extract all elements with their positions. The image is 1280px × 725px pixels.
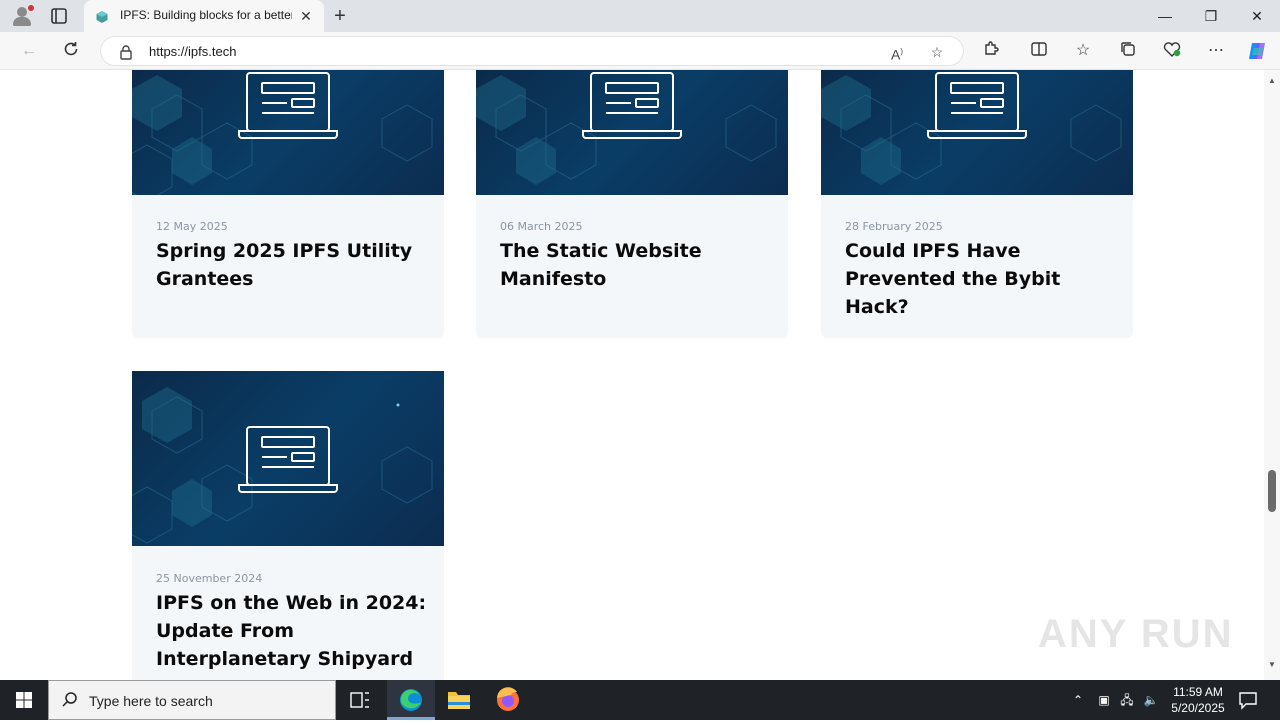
laptop-icon <box>582 72 682 139</box>
new-tab-button[interactable]: + <box>330 6 350 26</box>
copilot-icon[interactable] <box>1246 40 1268 62</box>
collections-icon[interactable] <box>1117 40 1139 62</box>
windows-taskbar: Type here to search ⌃ ▣ 🖧 🔈 11:59 AM 5/2… <box>0 680 1280 720</box>
laptop-icon <box>238 72 338 139</box>
post-title[interactable]: The Static Website Manifesto <box>500 237 772 293</box>
post-date: 12 May 2025 <box>156 220 228 233</box>
search-placeholder[interactable]: Type here to search <box>89 693 213 709</box>
scroll-up-icon[interactable]: ▲ <box>1268 76 1276 85</box>
clock-date: 5/20/2025 <box>1171 701 1225 715</box>
post-date: 28 February 2025 <box>845 220 943 233</box>
extensions-icon[interactable] <box>980 40 1002 62</box>
scroll-down-icon[interactable]: ▼ <box>1268 660 1276 669</box>
scrollbar-thumb[interactable] <box>1268 470 1276 512</box>
post-title[interactable]: IPFS on the Web in 2024: Update From Int… <box>156 589 428 673</box>
laptop-icon <box>238 426 338 493</box>
navigation-bar: ← https://ipfs.tech A) ☆ ☆ ⋯ <box>0 32 1280 70</box>
browser-essentials-icon[interactable] <box>1161 40 1183 62</box>
post-title[interactable]: Spring 2025 IPFS Utility Grantees <box>156 237 428 293</box>
vertical-scrollbar[interactable]: ▲ ▼ <box>1264 70 1280 680</box>
tab-strip: IPFS: Building blocks for a better ✕ + —… <box>0 0 1280 32</box>
tab-title: IPFS: Building blocks for a better <box>120 8 292 22</box>
tab-actions-icon[interactable] <box>48 6 70 26</box>
lock-icon[interactable] <box>119 44 133 60</box>
split-screen-icon[interactable] <box>1028 40 1050 62</box>
active-tab[interactable]: IPFS: Building blocks for a better ✕ <box>84 0 324 32</box>
profile-icon[interactable] <box>8 4 36 28</box>
post-date: 06 March 2025 <box>500 220 583 233</box>
network-icon[interactable]: 🖧 <box>1116 680 1138 720</box>
notification-icon[interactable] <box>1236 688 1260 712</box>
task-view-icon[interactable] <box>336 680 384 720</box>
close-tab-icon[interactable]: ✕ <box>298 8 314 24</box>
ipfs-favicon-icon <box>96 10 108 23</box>
blog-card[interactable]: 25 November 2024 IPFS on the Web in 2024… <box>132 371 444 680</box>
post-date: 25 November 2024 <box>156 572 263 585</box>
maximize-button[interactable]: ❐ <box>1188 0 1234 32</box>
blog-card[interactable]: 12 May 2025 Spring 2025 IPFS Utility Gra… <box>132 70 444 338</box>
search-icon <box>61 691 79 709</box>
read-aloud-icon[interactable]: A) <box>887 42 907 63</box>
favorite-star-icon[interactable]: ☆ <box>927 42 947 62</box>
favorites-icon[interactable]: ☆ <box>1072 40 1094 62</box>
page-content: 12 May 2025 Spring 2025 IPFS Utility Gra… <box>0 70 1264 680</box>
chevron-up-icon[interactable]: ⌃ <box>1068 680 1088 720</box>
back-icon[interactable]: ← <box>18 40 40 62</box>
windows-start-icon[interactable] <box>0 680 48 720</box>
meet-now-icon[interactable]: ▣ <box>1094 680 1114 720</box>
blog-card[interactable]: 06 March 2025 The Static Website Manifes… <box>476 70 788 338</box>
card-thumbnail[interactable] <box>476 70 788 195</box>
anyrun-watermark: ANY RUN <box>1038 612 1234 656</box>
card-thumbnail[interactable] <box>821 70 1133 195</box>
url-text[interactable]: https://ipfs.tech <box>149 44 236 59</box>
post-title[interactable]: Could IPFS Have Prevented the Bybit Hack… <box>845 237 1117 321</box>
card-thumbnail[interactable] <box>132 70 444 195</box>
volume-icon[interactable]: 🔈 <box>1140 680 1162 720</box>
edge-icon[interactable] <box>387 680 435 720</box>
refresh-icon[interactable] <box>60 40 82 62</box>
close-window-button[interactable]: ✕ <box>1234 0 1280 32</box>
clock-time: 11:59 AM <box>1173 685 1223 699</box>
taskbar-search[interactable]: Type here to search <box>48 680 336 720</box>
card-thumbnail[interactable] <box>132 371 444 546</box>
file-explorer-icon[interactable] <box>435 680 483 720</box>
laptop-icon <box>927 72 1027 139</box>
address-bar[interactable]: https://ipfs.tech A) ☆ <box>100 36 964 66</box>
blog-card[interactable]: 28 February 2025 Could IPFS Have Prevent… <box>821 70 1133 338</box>
minimize-button[interactable]: — <box>1142 0 1188 32</box>
more-icon[interactable]: ⋯ <box>1205 40 1227 62</box>
system-clock[interactable]: 11:59 AM 5/20/2025 <box>1160 684 1236 716</box>
firefox-icon[interactable] <box>484 680 532 720</box>
